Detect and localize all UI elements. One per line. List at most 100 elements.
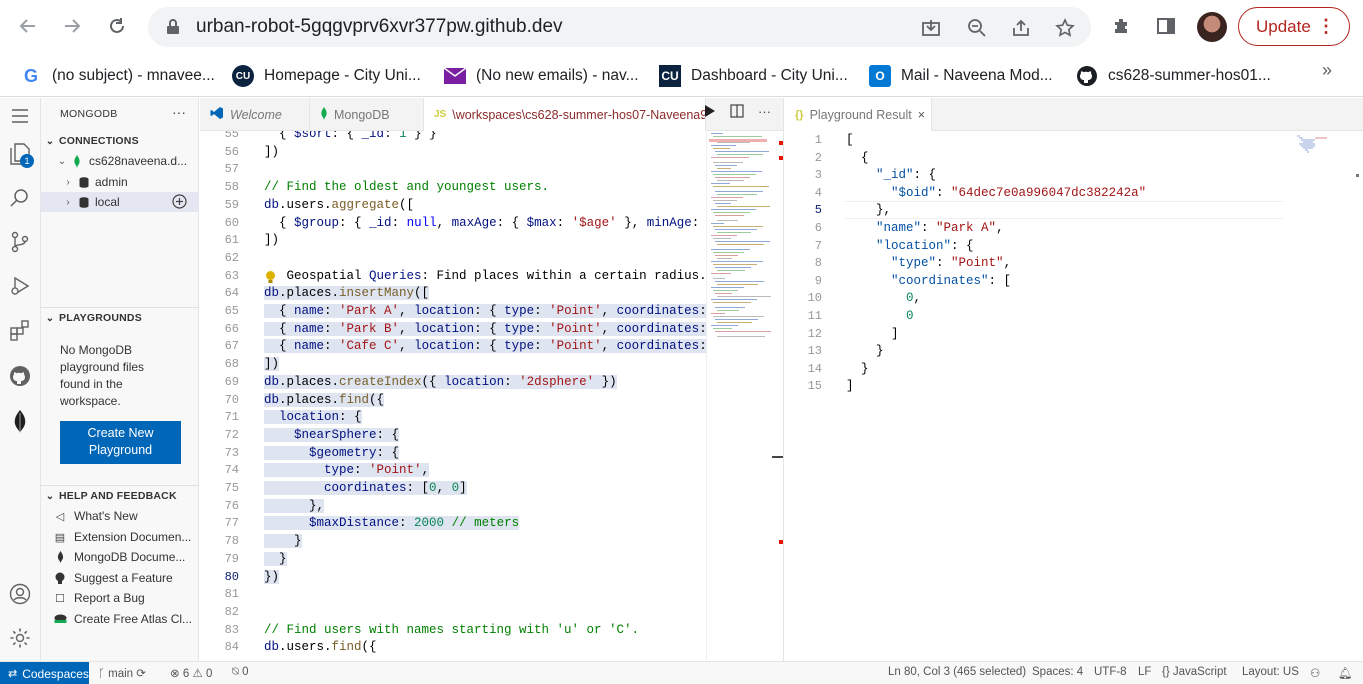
result-line[interactable]: 10 0, bbox=[785, 291, 1363, 309]
more-actions-icon[interactable]: ··· bbox=[758, 104, 771, 121]
code-line[interactable]: 69 db.places.createIndex({ location: '2ds… bbox=[200, 374, 706, 393]
lightbulb-icon[interactable] bbox=[264, 270, 277, 288]
code-line[interactable]: 79 } bbox=[200, 551, 706, 570]
result-line[interactable]: 8 "type": "Point", bbox=[785, 256, 1363, 274]
editor-splitter[interactable] bbox=[783, 98, 784, 661]
code-line[interactable]: 66 { name: 'Park B', location: { type: '… bbox=[200, 321, 706, 340]
code-line[interactable]: 80}) bbox=[200, 569, 706, 588]
code-line[interactable]: 77 $maxDistance: 2000 // meters bbox=[200, 516, 706, 534]
split-editor-icon[interactable] bbox=[730, 104, 744, 121]
address-bar[interactable]: urban-robot-5gqgvprv6xvr377pw.github.dev bbox=[148, 7, 1091, 47]
result-line[interactable]: 5 }, bbox=[785, 203, 1363, 221]
update-button[interactable]: Update ⋮ bbox=[1238, 7, 1350, 46]
code-line[interactable]: 67 { name: 'Cafe C', location: { type: '… bbox=[200, 339, 706, 357]
forward-icon[interactable] bbox=[58, 12, 86, 40]
back-icon[interactable] bbox=[14, 12, 42, 40]
add-collection-icon[interactable] bbox=[172, 194, 187, 212]
code-editor[interactable]: 55 { $sort: { _id: 1 } } 56]) 57 58// Find … bbox=[200, 131, 706, 661]
result-line[interactable]: 9 "coordinates": [ bbox=[785, 274, 1363, 292]
extensions-view-icon[interactable] bbox=[8, 318, 32, 342]
bookmark-outlook[interactable]: O Mail - Naveena Mod... bbox=[869, 63, 1053, 89]
remote-indicator[interactable]: ⇄ Codespaces bbox=[0, 662, 89, 684]
code-line[interactable]: 56]) bbox=[200, 145, 706, 163]
install-app-icon[interactable] bbox=[920, 17, 942, 39]
tab-mongodb[interactable]: MongoDB bbox=[310, 98, 424, 131]
result-line[interactable]: 13 } bbox=[785, 344, 1363, 362]
settings-gear-icon[interactable] bbox=[8, 626, 32, 650]
minimap[interactable] bbox=[706, 131, 771, 661]
zoom-icon[interactable] bbox=[966, 17, 988, 39]
menu-icon[interactable] bbox=[8, 104, 32, 128]
bookmark-gmail[interactable]: G (no subject) - mnavee... bbox=[20, 63, 215, 89]
code-line[interactable]: 68]) bbox=[200, 357, 706, 375]
tab-welcome[interactable]: Welcome bbox=[200, 98, 310, 131]
sidebar-more-icon[interactable]: ··· bbox=[172, 104, 186, 120]
connections-section-header[interactable]: ⌄ CONNECTIONS bbox=[41, 131, 199, 151]
code-line[interactable]: 76 }, bbox=[200, 498, 706, 517]
eol-status[interactable]: LF bbox=[1138, 666, 1151, 678]
code-line[interactable]: 58 // Find the oldest and youngest users. bbox=[200, 180, 706, 198]
result-line[interactable]: 2 { bbox=[785, 151, 1363, 169]
help-item-mongodb-docs[interactable]: MongoDB Docume... bbox=[53, 547, 185, 567]
problems-status[interactable]: ⊗ 6 ⚠ 0 bbox=[170, 666, 212, 680]
help-item-suggest-feature[interactable]: Suggest a Feature bbox=[53, 568, 173, 588]
lock-icon[interactable] bbox=[166, 19, 180, 38]
notifications-bell-icon[interactable]: 🔔︎ bbox=[1338, 666, 1353, 680]
result-line[interactable]: 12 ] bbox=[785, 327, 1363, 345]
database-item-local[interactable]: › local bbox=[41, 192, 199, 212]
url-text[interactable]: urban-robot-5gqgvprv6xvr377pw.github.dev bbox=[196, 16, 563, 38]
code-line[interactable]: 61]) bbox=[200, 233, 706, 251]
extensions-icon[interactable] bbox=[1110, 14, 1134, 38]
code-line[interactable]: 84 db.users.find({ bbox=[200, 640, 706, 658]
code-line[interactable]: 73 $geometry: { bbox=[200, 445, 706, 464]
help-item-whats-new[interactable]: ◁ What's New bbox=[53, 506, 138, 526]
result-line[interactable]: 1[ bbox=[785, 133, 1363, 151]
bookmark-mail[interactable]: (No new emails) - nav... bbox=[444, 63, 639, 89]
run-debug-icon[interactable] bbox=[8, 274, 32, 298]
result-line[interactable]: 15] bbox=[785, 379, 1363, 397]
code-line[interactable]: 60 { $group: { _id: null, maxAge: { $max… bbox=[200, 216, 706, 234]
playgrounds-section-header[interactable]: ⌄ PLAYGROUNDS bbox=[41, 308, 199, 328]
code-line[interactable]: 82 bbox=[200, 605, 706, 623]
playground-result-editor[interactable]: 1[2 {3 "_id": {4 "$oid": "64dec7e0a99604… bbox=[785, 131, 1363, 661]
result-line[interactable]: 6 "name": "Park A", bbox=[785, 221, 1363, 239]
mongodb-leaf-icon[interactable] bbox=[8, 410, 32, 434]
side-panel-icon[interactable] bbox=[1154, 14, 1178, 38]
code-line[interactable]: 55 { $sort: { _id: 1 } } bbox=[200, 131, 706, 145]
help-item-extension-docs[interactable]: ▤ Extension Documen... bbox=[53, 527, 192, 547]
result-line[interactable]: 4 "$oid": "64dec7e0a996047dc382242a" bbox=[785, 186, 1363, 204]
encoding-status[interactable]: UTF-8 bbox=[1094, 666, 1127, 678]
ports-status[interactable]: ⍉ 0 bbox=[232, 666, 249, 679]
reload-icon[interactable] bbox=[103, 12, 131, 40]
help-item-atlas-cluster[interactable]: Create Free Atlas Cl... bbox=[53, 609, 192, 629]
code-line[interactable]: 74 type: 'Point', bbox=[200, 463, 706, 481]
result-line[interactable]: 11 0 bbox=[785, 309, 1363, 327]
accounts-icon[interactable] bbox=[8, 582, 32, 606]
code-line[interactable]: 65 { name: 'Park A', location: { type: '… bbox=[200, 304, 706, 322]
feedback-icon[interactable]: ⚇ bbox=[1310, 666, 1320, 680]
close-icon[interactable]: × bbox=[918, 108, 925, 122]
cursor-position[interactable]: Ln 80, Col 3 (465 selected) bbox=[888, 666, 1026, 678]
code-line[interactable]: 81 bbox=[200, 587, 706, 605]
code-line[interactable]: 83 // Find users with names starting with… bbox=[200, 623, 706, 641]
code-line[interactable]: 63 Geospatial Queries: Find places withi… bbox=[200, 269, 706, 287]
profile-avatar[interactable] bbox=[1197, 12, 1227, 42]
database-item-admin[interactable]: › admin bbox=[41, 172, 199, 192]
help-section-header[interactable]: ⌄ HELP AND FEEDBACK bbox=[41, 486, 199, 506]
create-playground-button[interactable]: Create New Playground bbox=[60, 421, 181, 464]
bookmarks-more-icon[interactable]: » bbox=[1322, 60, 1332, 81]
connection-item[interactable]: ⌄ cs628naveena.d... bbox=[41, 151, 199, 171]
result-line[interactable]: 7 "location": { bbox=[785, 239, 1363, 257]
code-line[interactable]: 57 bbox=[200, 162, 706, 180]
code-line[interactable]: 75 coordinates: [0, 0] bbox=[200, 481, 706, 499]
bookmark-github[interactable]: cs628-summer-hos01... bbox=[1076, 63, 1271, 89]
tab-playground-result[interactable]: {} Playground Result × bbox=[785, 98, 932, 131]
branch-status[interactable]: ᚴ main ⟳ bbox=[98, 666, 146, 680]
share-icon[interactable] bbox=[1010, 17, 1032, 39]
language-status[interactable]: {} JavaScript bbox=[1162, 666, 1227, 678]
result-line[interactable]: 14 } bbox=[785, 362, 1363, 380]
code-line[interactable]: 70 db.places.find({ bbox=[200, 392, 706, 411]
code-line[interactable]: 71 location: { bbox=[200, 410, 706, 428]
code-line[interactable]: 64 db.places.insertMany([ bbox=[200, 286, 706, 304]
search-icon[interactable] bbox=[8, 186, 32, 210]
